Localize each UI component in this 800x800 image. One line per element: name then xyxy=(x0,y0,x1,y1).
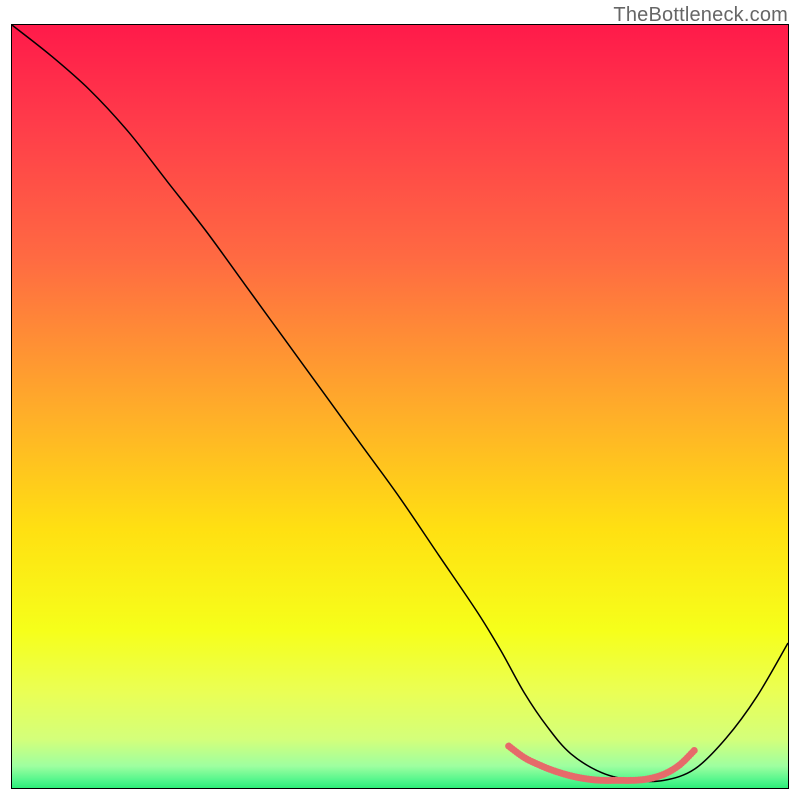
bottleneck-curve-path xyxy=(12,25,788,782)
chart-plot-area xyxy=(11,24,789,789)
chart-curves-layer xyxy=(12,25,788,788)
watermark-text: TheBottleneck.com xyxy=(613,4,788,27)
bottom-marker-path xyxy=(509,746,695,780)
